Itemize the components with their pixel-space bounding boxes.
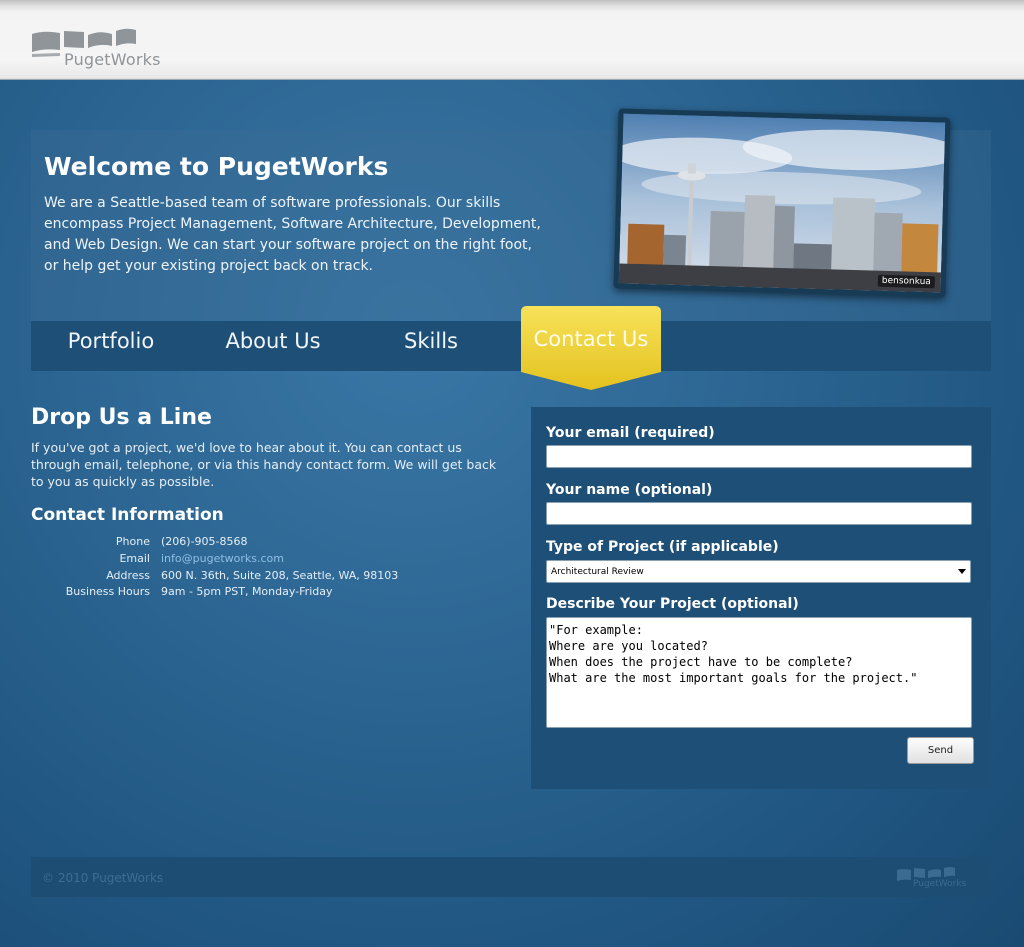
hours-value: 9am - 5pm PST, Monday-Friday bbox=[161, 585, 333, 598]
name-field-label: Your name (optional) bbox=[546, 482, 713, 498]
logo-text: PugetWorks bbox=[64, 50, 161, 69]
contact-intro-text: If you've got a project, we'd love to he… bbox=[31, 440, 497, 489]
nav-portfolio[interactable]: Portfolio bbox=[41, 321, 181, 371]
describe-project-textarea[interactable] bbox=[546, 617, 972, 728]
seattle-skyline-photo: bensonkua bbox=[613, 108, 951, 298]
email-label: Email bbox=[119, 552, 150, 565]
email-link[interactable]: info@pugetworks.com bbox=[161, 552, 284, 565]
main-nav: Portfolio About Us Skills bbox=[31, 321, 991, 371]
info-row-email: Email info@pugetworks.com bbox=[31, 552, 511, 568]
hero-text: We are a Seattle-based team of software … bbox=[44, 195, 541, 274]
project-type-select[interactable]: Architectural Review bbox=[546, 560, 971, 583]
footer-copyright: © 2010 PugetWorks bbox=[42, 871, 164, 885]
footer-logo[interactable]: PugetWorks bbox=[895, 866, 981, 892]
info-row-phone: Phone (206)-905-8568 bbox=[31, 535, 511, 551]
skyline-image bbox=[618, 113, 946, 293]
nav-contact-us-label: Contact Us bbox=[533, 327, 649, 351]
address-label: Address bbox=[106, 569, 150, 582]
email-field[interactable] bbox=[546, 445, 972, 468]
project-type-label: Type of Project (if applicable) bbox=[546, 539, 779, 555]
nav-about-us[interactable]: About Us bbox=[203, 321, 343, 371]
hero-title: Welcome to PugetWorks bbox=[44, 152, 389, 181]
nav-contact-us[interactable]: Contact Us bbox=[521, 306, 661, 390]
hours-label: Business Hours bbox=[65, 585, 150, 598]
nav-portfolio-label: Portfolio bbox=[67, 329, 155, 353]
nav-about-us-label: About Us bbox=[225, 329, 321, 353]
project-type-selected: Architectural Review bbox=[551, 567, 644, 577]
info-row-hours: Business Hours 9am - 5pm PST, Monday-Fri… bbox=[31, 585, 511, 601]
send-button[interactable]: Send bbox=[907, 737, 974, 764]
address-value: 600 N. 36th, Suite 208, Seattle, WA, 981… bbox=[161, 569, 399, 582]
chevron-down-icon bbox=[958, 569, 966, 574]
header-bar: PugetWorks bbox=[0, 0, 1024, 80]
info-row-address: Address 600 N. 36th, Suite 208, Seattle,… bbox=[31, 569, 511, 585]
nav-skills[interactable]: Skills bbox=[361, 321, 501, 371]
phone-value: (206)-905-8568 bbox=[161, 535, 248, 548]
footer-logo-text: PugetWorks bbox=[913, 879, 967, 889]
contact-info-heading: Contact Information bbox=[31, 505, 224, 525]
phone-label: Phone bbox=[115, 535, 150, 548]
email-field-label: Your email (required) bbox=[546, 425, 715, 441]
nav-skills-label: Skills bbox=[404, 329, 458, 353]
pugetworks-logo[interactable]: PugetWorks bbox=[30, 26, 190, 70]
photo-credit: bensonkua bbox=[877, 274, 936, 289]
footer: © 2010 PugetWorks PugetWorks bbox=[31, 857, 991, 897]
describe-project-label: Describe Your Project (optional) bbox=[546, 596, 799, 612]
name-field[interactable] bbox=[546, 502, 972, 525]
drop-us-a-line-heading: Drop Us a Line bbox=[31, 405, 212, 430]
